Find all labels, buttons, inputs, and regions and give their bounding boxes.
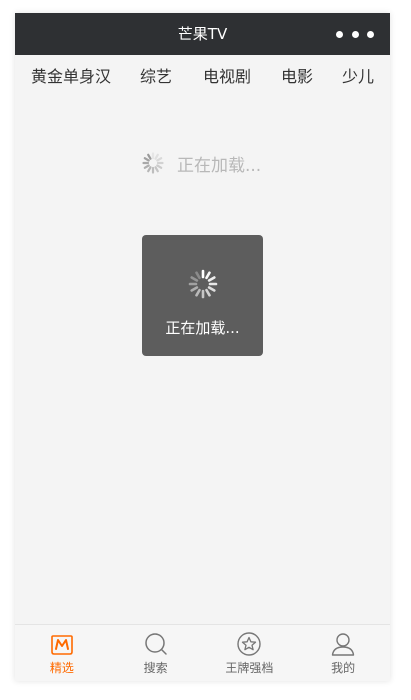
ellipsis-icon[interactable]: [336, 26, 374, 42]
tab-tv-series[interactable]: 电视剧: [203, 67, 251, 87]
tabbar-label: 搜索: [143, 661, 168, 675]
tabbar-label: 我的: [331, 661, 356, 675]
bottom-tab-bar: 精选 搜索 王牌强档 我的: [15, 624, 390, 681]
tabbar-item-top-shows[interactable]: 王牌强档: [203, 625, 297, 681]
category-tabs: 黄金单身汉 综艺 电视剧 电影 少儿: [15, 55, 390, 99]
tab-variety[interactable]: 综艺: [140, 67, 172, 87]
star-icon: [237, 632, 262, 656]
tabbar-item-search[interactable]: 搜索: [109, 625, 203, 681]
window-title: 芒果TV: [177, 25, 228, 43]
content-loading-indicator: 正在加载...: [141, 151, 262, 176]
ellipsis-dot: [336, 30, 343, 38]
tab-huangjin-danshenhan[interactable]: 黄金单身汉: [31, 67, 111, 87]
mango-logo-icon: [51, 635, 73, 655]
loading-toast: 正在加载...: [142, 235, 263, 356]
loading-text: 正在加载...: [177, 155, 262, 176]
tab-movie[interactable]: 电影: [281, 67, 313, 87]
ellipsis-dot: [351, 30, 359, 38]
tabbar-item-mine[interactable]: 我的: [296, 625, 390, 681]
search-icon: [144, 633, 167, 655]
tab-kids[interactable]: 少儿: [342, 67, 374, 87]
loading-spinner-icon: [188, 269, 218, 299]
user-icon: [331, 633, 355, 656]
tabbar-item-featured[interactable]: 精选: [15, 625, 109, 681]
tabbar-label: 精选: [49, 661, 74, 675]
tabbar-label: 王牌强档: [225, 661, 274, 675]
toast-message: 正在加载...: [165, 319, 240, 337]
title-bar: 芒果TV: [15, 13, 390, 55]
mini-program-screen: 芒果TV 黄金单身汉 综艺 电视剧 电影 少儿 正在加载... 正在加载... …: [15, 13, 390, 681]
loading-spinner-icon: [142, 152, 164, 174]
ellipsis-dot: [367, 30, 374, 38]
